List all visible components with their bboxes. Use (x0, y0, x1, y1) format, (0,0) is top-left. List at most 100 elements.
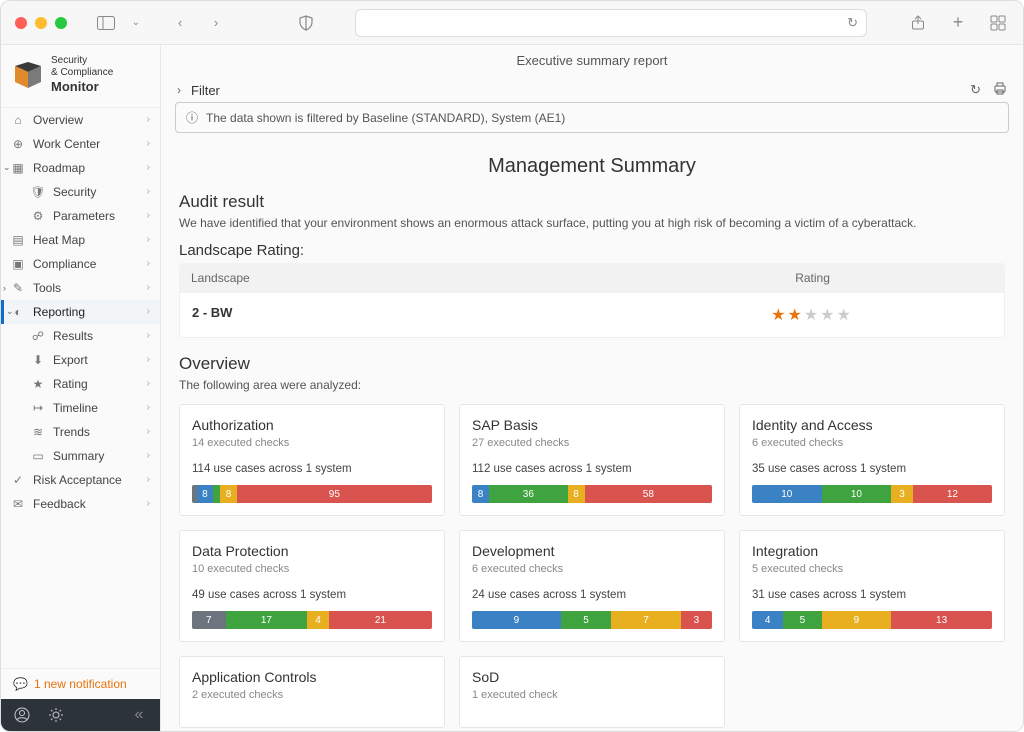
overview-card[interactable]: Identity and Access6 executed checks35 u… (739, 404, 1005, 516)
sidebar: Security & Compliance Monitor ⌂Overview›… (1, 45, 161, 731)
nav-label: Compliance (33, 257, 96, 271)
landscape-title: Landscape Rating: (179, 242, 1005, 259)
seg-green: 5 (783, 611, 821, 629)
tabs-icon[interactable] (987, 12, 1009, 34)
window-titlebar: ⌄ ‹ › ↻ + (1, 1, 1023, 45)
sidebar-item-compliance[interactable]: ▣Compliance› (1, 252, 160, 276)
overview-card[interactable]: Data Protection 10 executed checks 49 use … (179, 530, 445, 642)
caret-icon: ⌄ (6, 306, 14, 317)
filter-toggle[interactable]: › Filter ↻ (175, 78, 1009, 102)
chevron-right-icon: › (147, 138, 150, 149)
nav-icon: ✓ (11, 473, 25, 487)
sidebar-item-risk-acceptance[interactable]: ✓Risk Acceptance› (1, 468, 160, 492)
overview-title: Overview (179, 354, 1005, 374)
shield-icon[interactable] (295, 12, 317, 34)
nav-label: Timeline (53, 401, 98, 415)
overview-card[interactable]: SAP Basis27 executed checks112 use cases… (459, 404, 725, 516)
sidebar-item-reporting[interactable]: ⌄◐Reporting› (1, 300, 160, 324)
nav-icon: ↦ (31, 401, 45, 415)
card-title: Development (472, 543, 712, 559)
sidebar-item-security[interactable]: 🛡Security› (1, 180, 160, 204)
refresh-icon[interactable]: ↻ (847, 15, 858, 31)
seg-red: 12 (913, 485, 992, 503)
nav-label: Export (53, 353, 88, 367)
card-title: Application Controls (192, 669, 432, 685)
sidebar-item-heat-map[interactable]: ▤Heat Map› (1, 228, 160, 252)
seg-green: 36 (489, 485, 567, 503)
card-usecases: 24 use cases across 1 system (472, 589, 712, 601)
new-tab-icon[interactable]: + (947, 12, 969, 34)
nav-label: Reporting (33, 305, 85, 319)
sidebar-item-summary[interactable]: ▭Summary› (1, 444, 160, 468)
overview-card[interactable]: SoD1 executed check (459, 656, 725, 728)
seg-blue: 4 (752, 611, 783, 629)
overview-card[interactable]: Integration5 executed checks31 use cases… (739, 530, 1005, 642)
nav-label: Roadmap (33, 161, 85, 175)
segmented-bar: 8895 (192, 485, 432, 503)
card-checks: 10 executed checks (192, 563, 432, 575)
notification-bar[interactable]: 💬 1 new notification (1, 668, 160, 699)
nav-icon: ⊕ (11, 137, 25, 151)
sidebar-item-roadmap[interactable]: ⌄▦Roadmap› (1, 156, 160, 180)
chevron-right-icon: › (147, 114, 150, 125)
seg-green (213, 485, 220, 503)
seg-gray: 7 (192, 611, 226, 629)
overview-card[interactable]: Development6 executed checks24 use cases… (459, 530, 725, 642)
filter-refresh-icon[interactable]: ↻ (970, 82, 981, 98)
sidebar-item-rating[interactable]: ★ Rating › (1, 372, 160, 396)
bell-icon: 💬 (13, 677, 28, 691)
segmented-bar: 1010312 (752, 485, 992, 503)
card-title: SAP Basis (472, 417, 712, 433)
seg-blue: 9 (472, 611, 561, 629)
notification-text: 1 new notification (34, 677, 127, 691)
seg-red: 3 (681, 611, 712, 629)
sidebar-item-tools[interactable]: ›✎Tools› (1, 276, 160, 300)
chevron-right-icon: › (177, 83, 181, 97)
seg-yellow: 9 (822, 611, 892, 629)
sidebar-toggle-chevron[interactable]: ⌄ (125, 12, 147, 34)
sidebar-toggle-icon[interactable] (95, 12, 117, 34)
sidebar-item-overview[interactable]: ⌂Overview› (1, 108, 160, 132)
filter-info-banner: ⓘ The data shown is filtered by Baseline… (175, 102, 1009, 133)
sidebar-item-export[interactable]: ⬇Export› (1, 348, 160, 372)
seg-blue: 8 (472, 485, 489, 503)
card-checks: 2 executed checks (192, 689, 432, 701)
sidebar-item-trends[interactable]: ≋Trends› (1, 420, 160, 444)
filter-print-icon[interactable] (993, 82, 1007, 98)
chevron-right-icon: › (147, 162, 150, 173)
overview-card[interactable]: Authorization14 executed checks114 use c… (179, 404, 445, 516)
nav-label: Rating (53, 377, 88, 391)
collapse-sidebar-icon[interactable]: « (128, 704, 150, 726)
sidebar-item-timeline[interactable]: ↦Timeline› (1, 396, 160, 420)
settings-icon[interactable] (45, 704, 67, 726)
forward-button[interactable]: › (205, 12, 227, 34)
url-bar[interactable]: ↻ (355, 9, 867, 37)
card-title: Data Protection (192, 543, 432, 559)
info-icon: ⓘ (186, 109, 198, 126)
user-icon[interactable] (11, 704, 33, 726)
sidebar-item-feedback[interactable]: ✉Feedback› (1, 492, 160, 516)
sidebar-item-results[interactable]: ☍Results› (1, 324, 160, 348)
overview-card[interactable]: Application Controls 2 executed checks (179, 656, 445, 728)
share-icon[interactable] (907, 12, 929, 34)
maximize-button[interactable] (55, 17, 67, 29)
segmented-bar: 836858 (472, 485, 712, 503)
minimize-button[interactable] (35, 17, 47, 29)
filter-label: Filter (191, 83, 220, 98)
logo-text-2: & Compliance (51, 67, 113, 78)
rating-stars: ★★★★★ (632, 305, 992, 325)
nav-icon: ✎ (11, 281, 25, 295)
landscape-row: 2 - BW ★★★★★ (179, 293, 1005, 338)
chevron-right-icon: › (147, 186, 150, 197)
chevron-right-icon: › (147, 378, 150, 389)
nav-label: Heat Map (33, 233, 85, 247)
nav-icon: ★ (31, 377, 45, 391)
sidebar-item-parameters[interactable]: ⚙Parameters› (1, 204, 160, 228)
chevron-right-icon: › (147, 330, 150, 341)
close-button[interactable] (15, 17, 27, 29)
card-title: Authorization (192, 417, 432, 433)
sidebar-item-work-center[interactable]: ⊕Work Center› (1, 132, 160, 156)
card-usecases: 49 use cases across 1 system (192, 589, 432, 601)
back-button[interactable]: ‹ (169, 12, 191, 34)
nav-icon: ▣ (11, 257, 25, 271)
